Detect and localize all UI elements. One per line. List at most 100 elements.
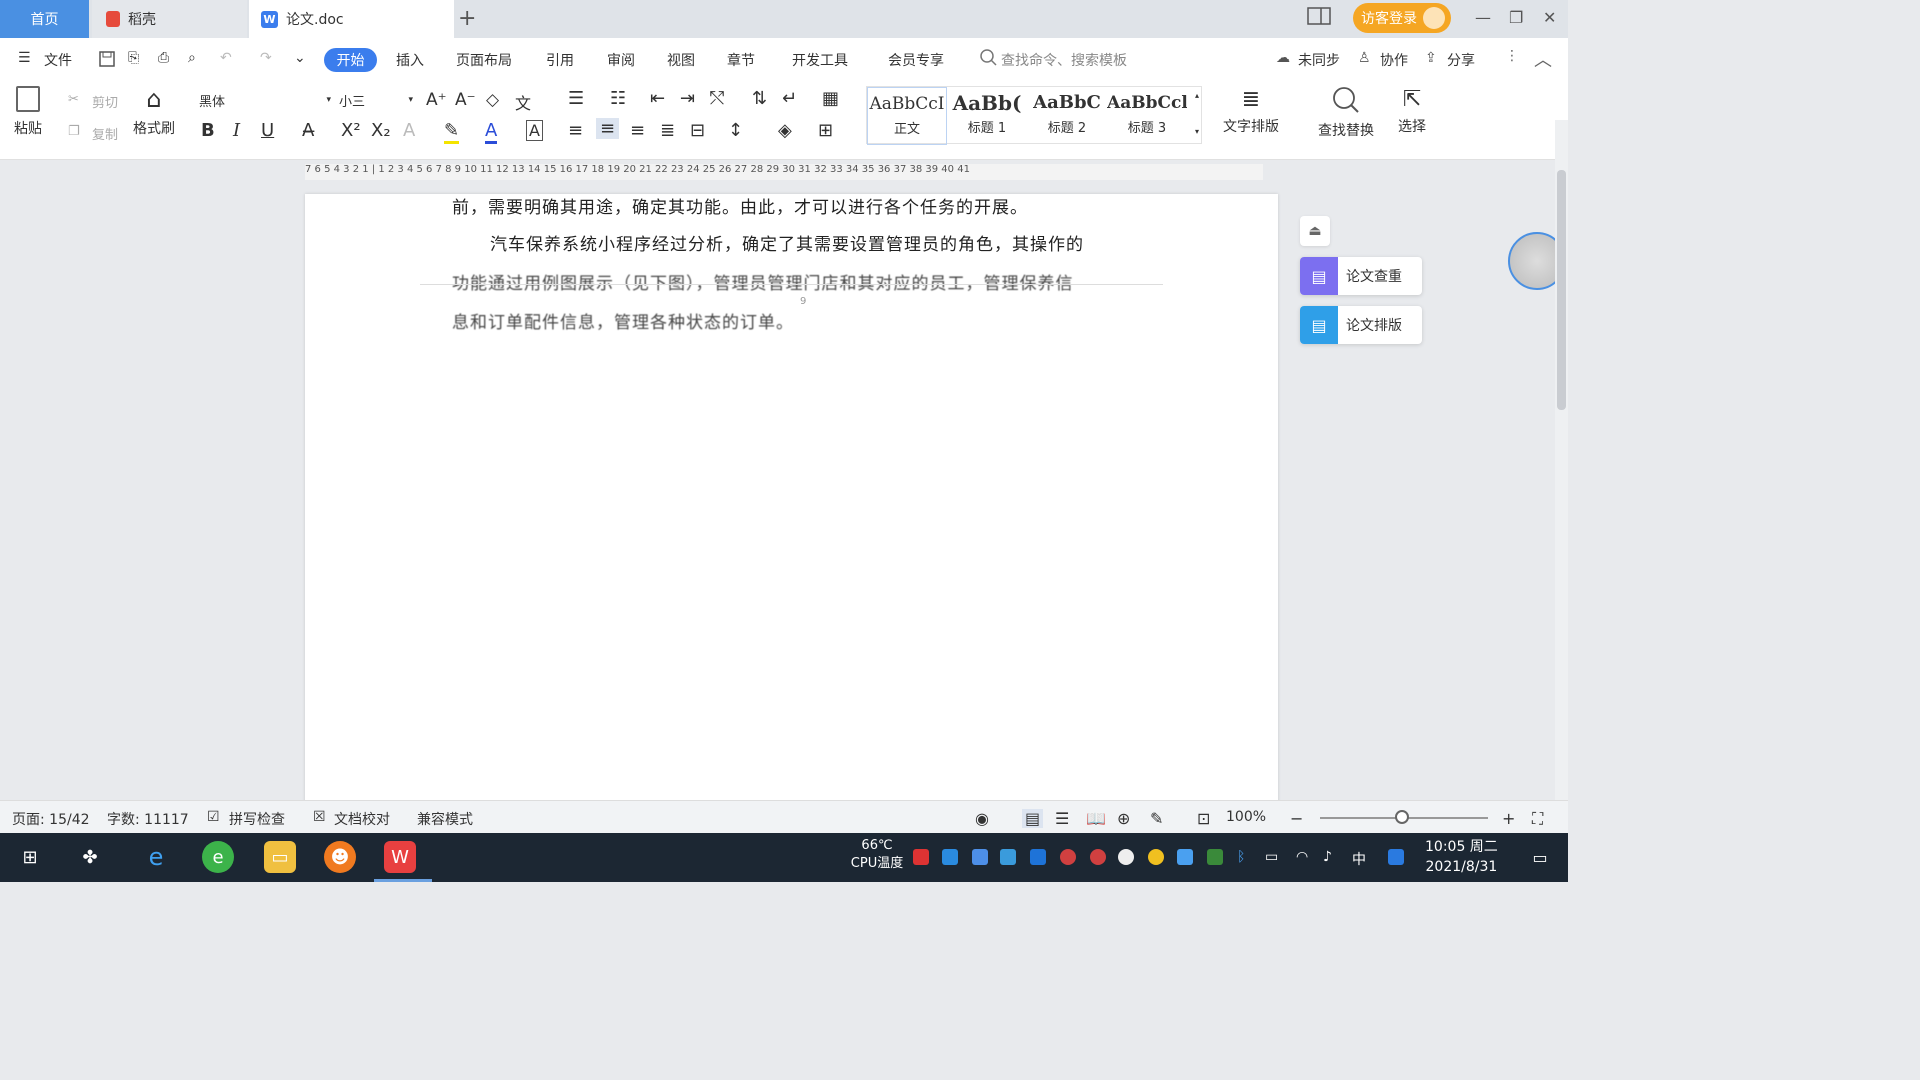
strikethrough-button[interactable]: A̶ (302, 120, 314, 141)
align-left-icon[interactable]: ≡ (568, 120, 583, 141)
menu-tab-references[interactable]: 引用 (546, 50, 574, 70)
zoom-in-icon[interactable]: + (1502, 809, 1515, 828)
font-family-select[interactable]: 黑体 ▾ (194, 88, 334, 112)
menu-tab-page-layout[interactable]: 页面布局 (456, 50, 512, 70)
ruler-track[interactable]: 7 6 5 4 3 2 1 | 1 2 3 4 5 6 7 8 9 10 11 … (305, 164, 1263, 180)
table-icon[interactable]: ▦ (822, 88, 839, 109)
reading-view-icon[interactable]: 📖 (1086, 809, 1106, 828)
menu-tab-view[interactable]: 视图 (667, 50, 695, 70)
write-mode-icon[interactable]: ✎ (1150, 809, 1163, 828)
wps-taskbar-icon[interactable]: W (384, 841, 416, 873)
wifi-icon[interactable]: ◠ (1296, 849, 1312, 865)
menu-tab-review[interactable]: 审阅 (607, 50, 635, 70)
tab-home[interactable]: 首页 (0, 0, 89, 38)
tray-nvidia-icon[interactable] (1207, 849, 1223, 865)
style-heading-2[interactable]: AaBbC 标题 2 (1027, 87, 1107, 145)
ie-browser-icon[interactable]: e (140, 841, 172, 873)
system-clock[interactable]: 10:05 周二 2021/8/31 (1425, 837, 1498, 877)
shading-icon[interactable]: ◈ (778, 120, 792, 141)
bullet-list-icon[interactable]: ☰ (568, 88, 584, 109)
collapse-ribbon-icon[interactable]: ︿ (1534, 46, 1552, 72)
font-color-button[interactable]: A (485, 120, 498, 144)
styles-more-icon[interactable]: ▾ (1195, 127, 1199, 136)
tray-app-red-icon[interactable] (913, 849, 929, 865)
phonetic-guide-icon[interactable]: 文 (515, 90, 531, 114)
underline-button[interactable]: U (261, 120, 274, 141)
subscript-button[interactable]: X₂ (371, 120, 391, 141)
web-view-icon[interactable]: ⊕ (1117, 809, 1130, 828)
tray-qq-icon-2[interactable] (1090, 849, 1106, 865)
menu-tab-member[interactable]: 会员专享 (888, 50, 944, 70)
shrink-font-icon[interactable]: A⁻ (455, 90, 476, 110)
hamburger-icon[interactable]: ☰ (18, 50, 31, 66)
decrease-indent-icon[interactable]: ⇤ (650, 88, 665, 109)
tray-app-cloud-icon[interactable] (1000, 849, 1016, 865)
file-explorer-icon[interactable]: ▭ (264, 841, 296, 873)
spell-check-button[interactable]: 拼写检查 (229, 809, 285, 829)
share-button[interactable]: 分享 (1447, 50, 1475, 70)
style-heading-1[interactable]: AaBb( 标题 1 (947, 87, 1027, 145)
grow-font-icon[interactable]: A⁺ (426, 90, 447, 110)
zoom-out-icon[interactable]: − (1290, 809, 1303, 828)
close-icon[interactable]: ✕ (1543, 8, 1556, 27)
chinese-layout-icon[interactable]: ⤲ (710, 88, 724, 109)
numbered-list-icon[interactable]: ☷ (610, 88, 626, 109)
justify-icon[interactable]: ≣ (660, 120, 675, 141)
menu-tab-insert[interactable]: 插入 (396, 50, 424, 70)
thesis-layout-button[interactable]: ▤ 论文排版 (1300, 306, 1422, 344)
pinwheel-app-icon[interactable]: ✤ (74, 841, 106, 873)
align-right-icon[interactable]: ≡ (630, 120, 645, 141)
sort-icon[interactable]: ⇅ (752, 88, 767, 109)
text-effect-button[interactable]: A (403, 120, 415, 141)
font-size-select[interactable]: 小三 ▾ (334, 88, 416, 112)
app-orange-icon[interactable]: ☻ (324, 841, 356, 873)
windows-start-icon[interactable]: ⊞ (14, 841, 46, 873)
word-count[interactable]: 字数: 11117 (107, 809, 189, 829)
bluetooth-icon[interactable]: ᛒ (1237, 849, 1253, 865)
style-heading-3[interactable]: AaBbCcl 标题 3 (1107, 87, 1187, 145)
save-icon[interactable] (98, 50, 116, 72)
paste-button[interactable]: 粘贴 (14, 86, 42, 138)
plagiarism-check-button[interactable]: ▤ 论文查重 (1300, 257, 1422, 295)
page-view-icon[interactable]: ▤ (1022, 809, 1044, 828)
bold-button[interactable]: B (201, 120, 215, 141)
window-layout-icon[interactable] (1307, 7, 1331, 29)
menu-tab-developer[interactable]: 开发工具 (792, 50, 848, 70)
restore-icon[interactable]: ❐ (1509, 8, 1523, 27)
tray-qq-icon[interactable] (1060, 849, 1076, 865)
copy-button[interactable]: 复制 (92, 124, 118, 143)
tray-shield-icon[interactable] (1030, 849, 1046, 865)
char-border-button[interactable]: A (526, 120, 543, 141)
redo-icon[interactable]: ↷ (260, 50, 272, 66)
distribute-icon[interactable]: ⊟ (690, 120, 705, 141)
new-tab-button[interactable]: + (458, 6, 476, 31)
highlight-button[interactable]: ✎ (444, 120, 460, 144)
proofread-button[interactable]: 文档校对 (334, 809, 390, 829)
eye-protect-icon[interactable]: ◉ (975, 809, 989, 828)
italic-button[interactable]: I (233, 120, 240, 141)
tray-app-circle-icon[interactable] (1177, 849, 1193, 865)
vertical-scrollbar[interactable] (1555, 120, 1568, 800)
guest-login-button[interactable]: 访客登录 (1353, 3, 1451, 33)
sync-status-button[interactable]: 未同步 (1298, 50, 1340, 70)
fit-page-icon[interactable]: ⊡ (1197, 809, 1210, 828)
page-indicator[interactable]: 页面: 15/42 (12, 809, 90, 829)
scrollbar-thumb[interactable] (1557, 170, 1566, 410)
cpu-temp-widget[interactable]: 66℃ CPU温度 (845, 837, 909, 873)
increase-indent-icon[interactable]: ⇥ (680, 88, 695, 109)
notification-center-icon[interactable]: ▭ (1524, 841, 1556, 873)
minimize-icon[interactable]: — (1475, 8, 1491, 27)
outline-view-icon[interactable]: ☰ (1055, 809, 1069, 828)
document-page[interactable]: 前，需要明确其用途，确定其功能。由此，才可以进行各个任务的开展。 汽车保养系统小… (305, 194, 1278, 804)
tray-penguin-icon[interactable] (1118, 849, 1134, 865)
fullscreen-icon[interactable]: ⛶ (1532, 809, 1543, 829)
tab-document[interactable]: W 论文.doc (249, 0, 454, 38)
command-search-input[interactable]: 查找命令、搜索模板 (1001, 50, 1127, 70)
line-spacing-icon[interactable]: ↕ (728, 120, 743, 141)
format-painter-button[interactable]: ⌂ 格式刷 (133, 86, 175, 138)
panel-collapse-button[interactable]: ⏏ (1300, 216, 1330, 246)
align-center-icon[interactable]: ≡ (596, 118, 620, 139)
volume-icon[interactable]: ♪ (1323, 849, 1339, 865)
style-normal[interactable]: AaBbCcI 正文 (867, 87, 947, 145)
zoom-slider-knob[interactable] (1395, 810, 1409, 824)
